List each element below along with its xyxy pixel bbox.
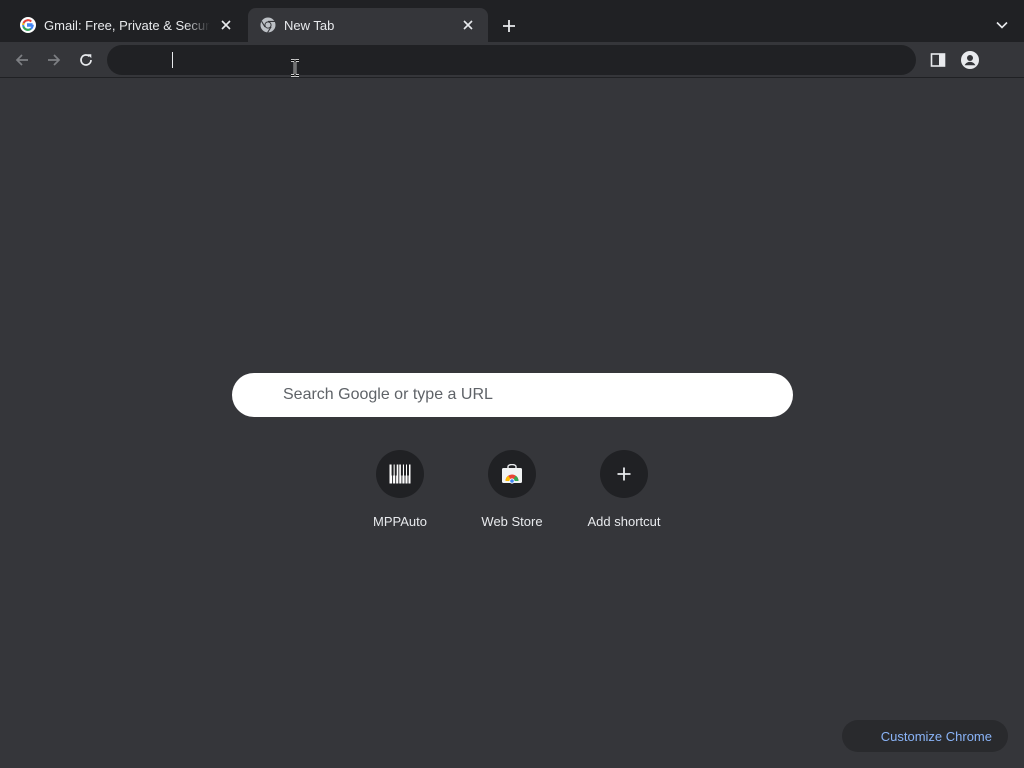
text-caret: [172, 52, 173, 68]
piano-keys-icon: [389, 464, 411, 484]
close-icon[interactable]: [456, 13, 480, 37]
shortcut-web-store[interactable]: Web Store: [456, 450, 568, 540]
shortcut-icon-bubble: [376, 450, 424, 498]
tab-strip: Gmail: Free, Private & Secure Email New …: [0, 0, 1024, 42]
omnibox[interactable]: [107, 45, 916, 75]
arrow-left-icon: [14, 52, 30, 68]
shortcut-label: Add shortcut: [587, 514, 661, 529]
person-icon: [960, 50, 980, 70]
customize-chrome-label: Customize Chrome: [880, 728, 992, 744]
side-panel-icon: [930, 52, 946, 68]
profile-button[interactable]: [956, 46, 984, 74]
shortcut-label: Web Store: [481, 514, 543, 529]
tab-title: Gmail: Free, Private & Secure Email: [44, 17, 210, 33]
plus-icon: [617, 467, 631, 481]
arrow-right-icon: [46, 52, 62, 68]
tab-title: New Tab: [284, 17, 335, 33]
shortcut-icon-bubble: [600, 450, 648, 498]
new-tab-button[interactable]: [496, 13, 522, 39]
ntp-search-box[interactable]: [232, 373, 793, 417]
back-button[interactable]: [8, 46, 36, 74]
plus-icon: [502, 19, 516, 33]
google-g-icon: [20, 17, 36, 33]
address-bar-input[interactable]: [171, 45, 891, 75]
reload-button[interactable]: [72, 46, 100, 74]
side-panel-button[interactable]: [924, 46, 952, 74]
chrome-web-store-icon: [501, 464, 523, 484]
shortcut-label: MPPAuto: [373, 514, 427, 529]
customize-chrome-button[interactable]: Customize Chrome: [842, 720, 1008, 752]
chevron-down-icon: [996, 21, 1008, 29]
search-input[interactable]: [283, 373, 773, 417]
shortcut-add[interactable]: Add shortcut: [568, 450, 680, 540]
forward-button[interactable]: [40, 46, 68, 74]
tab-new-tab[interactable]: New Tab: [248, 8, 488, 42]
close-icon[interactable]: [214, 13, 238, 37]
text-cursor-icon: [289, 59, 301, 77]
toolbar: [0, 42, 1024, 78]
shortcut-icon-bubble: [488, 450, 536, 498]
reload-icon: [78, 52, 94, 68]
shortcut-mppauto[interactable]: MPPAuto: [344, 450, 456, 540]
tab-gmail[interactable]: Gmail: Free, Private & Secure Email: [8, 8, 246, 42]
chrome-icon: [260, 17, 276, 33]
tab-search-button[interactable]: [989, 12, 1015, 38]
